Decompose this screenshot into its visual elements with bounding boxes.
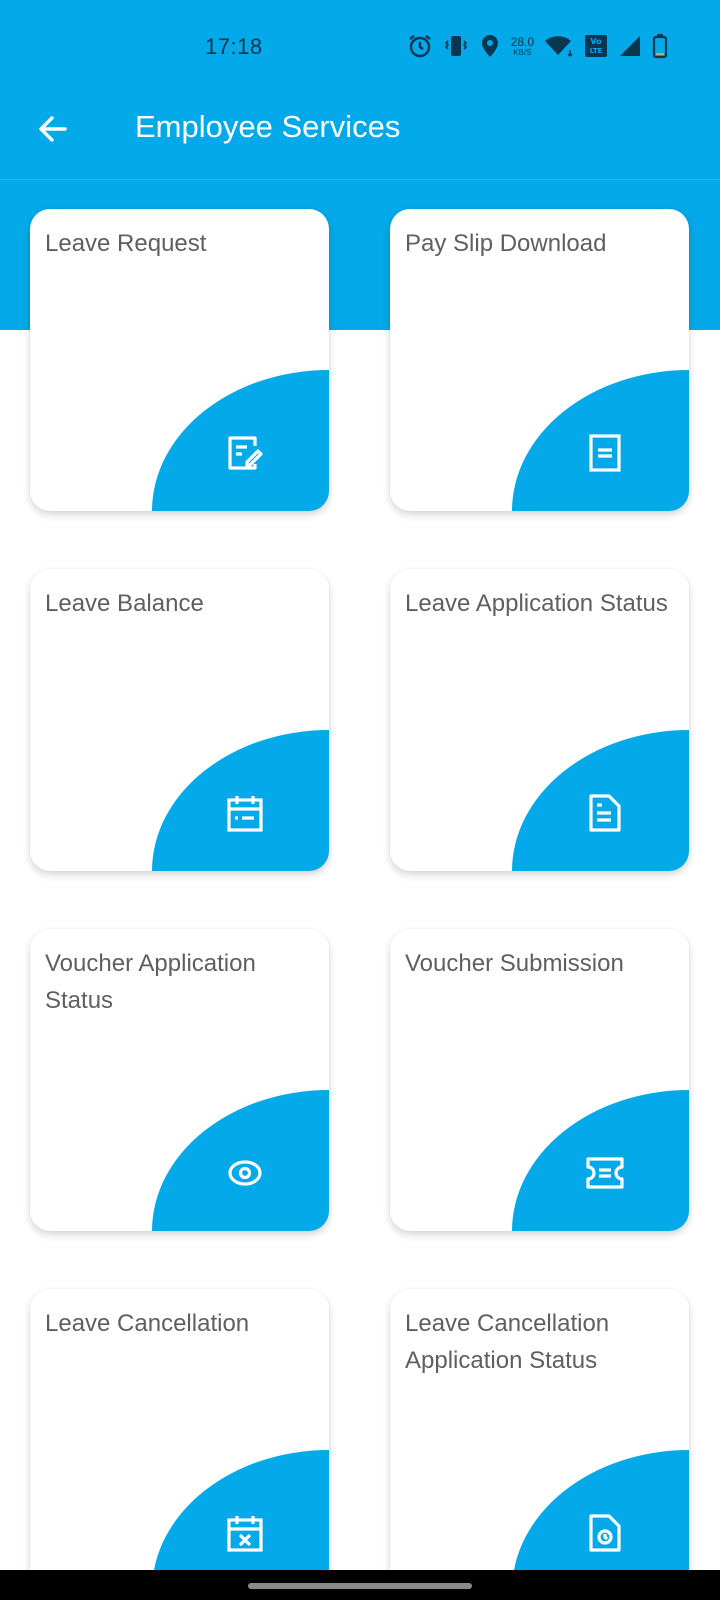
file-text-icon — [583, 791, 627, 835]
card-title: Leave Application Status — [405, 590, 668, 617]
card-title: Pay Slip Download — [405, 230, 607, 257]
card-accent — [512, 1090, 689, 1231]
service-card-leave-request[interactable]: Leave Request — [30, 209, 329, 511]
card-title: Leave Cancellation — [45, 1310, 250, 1337]
service-card-pay-slip-download[interactable]: Pay Slip Download — [390, 209, 689, 511]
card-accent — [152, 1090, 329, 1231]
edit-note-icon — [223, 431, 267, 475]
card-accent — [152, 370, 329, 511]
document-icon — [583, 431, 627, 475]
card-title: Voucher Submission — [405, 950, 624, 977]
file-history-icon — [583, 1511, 627, 1555]
eye-icon — [223, 1151, 267, 1195]
card-title: Leave Balance — [45, 590, 204, 617]
home-indicator[interactable] — [248, 1583, 472, 1589]
calendar-icon — [223, 791, 267, 835]
service-card-voucher-application-status[interactable]: Voucher Application Status — [30, 929, 329, 1231]
service-card-voucher-submission[interactable]: Voucher Submission — [390, 929, 689, 1231]
card-accent — [152, 730, 329, 871]
card-accent — [512, 370, 689, 511]
service-card-leave-application-status[interactable]: Leave Application Status — [390, 569, 689, 871]
ticket-icon — [583, 1151, 627, 1195]
system-nav-bar — [0, 1570, 720, 1600]
card-title: Voucher Application Status — [45, 950, 256, 1014]
card-title: Leave Request — [45, 230, 207, 257]
card-accent — [512, 730, 689, 871]
service-card-leave-balance[interactable]: Leave Balance — [30, 569, 329, 871]
calendar-cancel-icon — [223, 1511, 267, 1555]
service-card-leave-cancellation-application-status[interactable]: Leave Cancellation Application Status — [390, 1289, 689, 1591]
service-card-leave-cancellation[interactable]: Leave Cancellation — [30, 1289, 329, 1591]
card-title: Leave Cancellation Application Status — [405, 1310, 610, 1374]
services-grid: Leave Request Pay Slip Download Leave Ba… — [0, 0, 720, 1591]
